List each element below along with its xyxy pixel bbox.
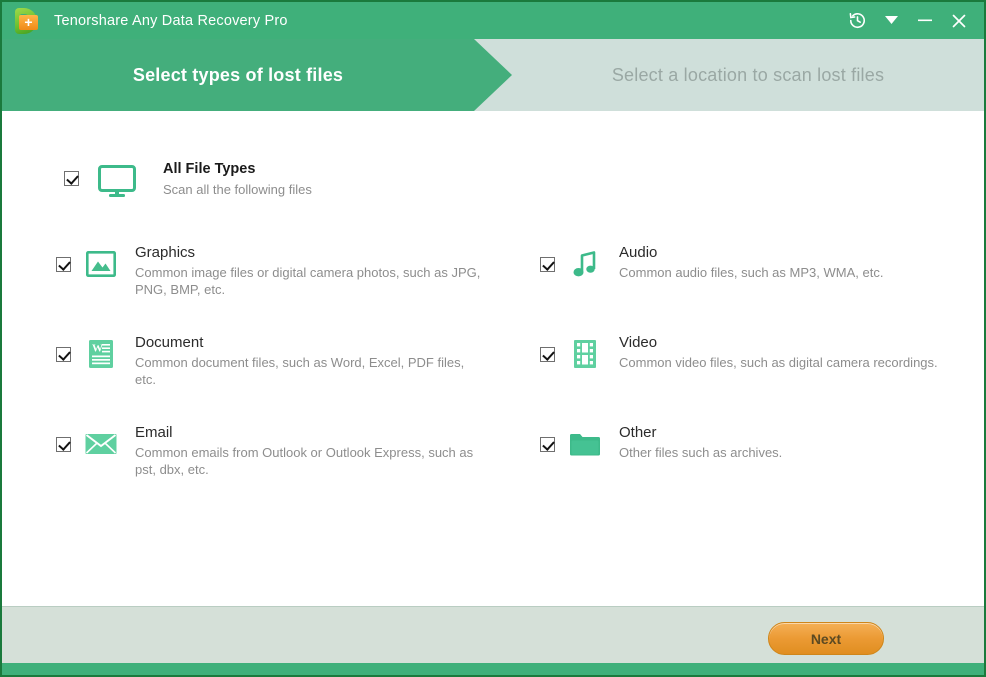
logo-plus-glyph: + [24,13,33,30]
close-button[interactable] [942,2,976,39]
all-file-types-checkbox-wrap [64,171,79,186]
other-checkbox[interactable] [540,437,555,452]
tab-select-types-label: Select types of lost files [132,64,344,85]
history-icon[interactable] [840,2,874,39]
email-desc: Common emails from Outlook or Outlook Ex… [135,445,474,477]
next-button[interactable]: Next [768,622,884,655]
audio-desc: Common audio files, such as MP3, WMA, et… [619,265,884,280]
svg-text:W: W [92,343,103,355]
file-type-item-email[interactable]: Email Common emails from Outlook or Outl… [56,423,496,478]
film-icon [569,338,601,370]
graphics-checkbox[interactable] [56,257,71,272]
monitor-icon [96,162,138,200]
app-title: Tenorshare Any Data Recovery Pro [54,12,288,29]
all-file-types-checkbox[interactable] [64,171,79,186]
file-type-item-video[interactable]: Video Common video files, such as digita… [540,333,960,371]
video-checkbox[interactable] [540,347,555,362]
file-type-row: W Document Common document files, such a… [2,333,984,423]
file-type-item-graphics[interactable]: Graphics Common image files or digital c… [56,243,496,298]
title-bar: + Tenorshare Any Data Recovery Pro [2,2,984,39]
file-type-row: Graphics Common image files or digital c… [2,243,984,333]
document-icon: W [85,338,117,370]
folder-icon [569,428,601,460]
chevron-down-icon[interactable] [874,2,908,39]
graphics-desc: Common image files or digital camera pho… [135,265,481,297]
graphics-title: Graphics [135,244,196,261]
audio-checkbox[interactable] [540,257,555,272]
document-desc: Common document files, such as Word, Exc… [135,355,465,387]
document-checkbox[interactable] [56,347,71,362]
footer-bar: Next [2,606,984,663]
bottom-accent-bar [2,663,984,675]
file-type-item-document[interactable]: W Document Common document files, such a… [56,333,496,388]
tenorshare-logo-icon: + [12,7,40,35]
video-title: Video [619,334,658,351]
video-desc: Common video files, such as digital came… [619,355,938,370]
minimize-button[interactable] [908,2,942,39]
app-window: + Tenorshare Any Data Recovery Pro Selec… [0,0,986,677]
all-file-types-title: All File Types [163,161,256,177]
envelope-icon [85,428,117,460]
all-file-types-row[interactable]: All File Types Scan all the following fi… [64,159,312,200]
all-file-types-desc: Scan all the following files [163,182,312,197]
document-title: Document [135,334,204,351]
other-desc: Other files such as archives. [619,445,783,460]
all-file-types-text: All File Types Scan all the following fi… [163,160,312,199]
next-button-label: Next [810,630,842,647]
file-type-item-audio[interactable]: Audio Common audio files, such as MP3, W… [540,243,960,281]
audio-title: Audio [619,244,658,261]
email-title: Email [135,424,173,441]
image-icon [85,248,117,280]
audio-note-icon [569,248,601,280]
file-type-row: Email Common emails from Outlook or Outl… [2,423,984,513]
file-type-grid: Graphics Common image files or digital c… [2,243,984,513]
email-checkbox[interactable] [56,437,71,452]
tab-select-types[interactable]: Select types of lost files [2,39,512,111]
other-title: Other [619,424,657,441]
step-tabs: Select types of lost files Select a loca… [2,39,984,111]
tab-select-location[interactable]: Select a location to scan lost files [512,39,984,111]
content-area: All File Types Scan all the following fi… [2,111,984,606]
file-type-item-other[interactable]: Other Other files such as archives. [540,423,960,461]
tab-select-location-label: Select a location to scan lost files [611,64,885,85]
